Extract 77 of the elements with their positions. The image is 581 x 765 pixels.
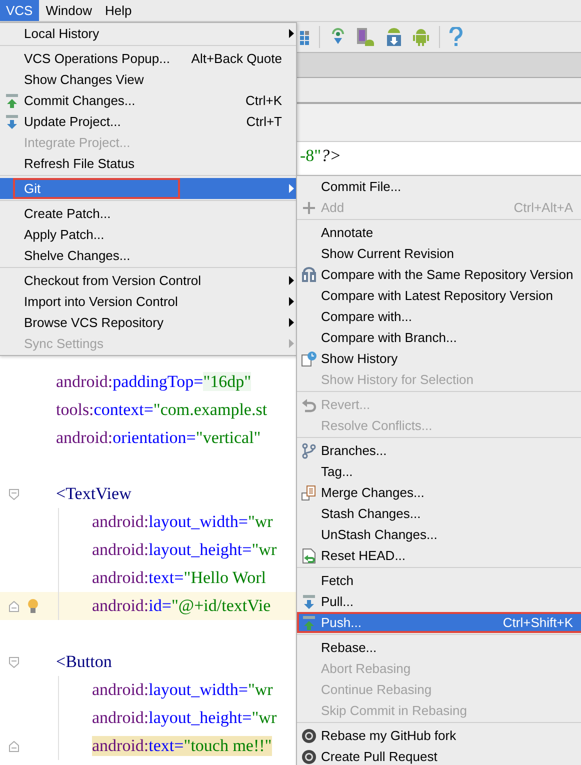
upload-arrow-icon xyxy=(301,614,317,630)
menu-item[interactable]: Annotate xyxy=(297,222,581,243)
menu-bar-item[interactable]: Help xyxy=(98,0,138,21)
help-icon[interactable] xyxy=(449,27,463,47)
code-line: android:id="@+id/textVie xyxy=(92,596,271,616)
menu-item[interactable]: Commit File... xyxy=(297,176,581,197)
menu-item[interactable]: Apply Patch... xyxy=(0,224,296,245)
round-logo-icon xyxy=(301,748,317,764)
menu-item[interactable]: UnStash Changes... xyxy=(297,524,581,545)
diff-icon xyxy=(301,266,317,282)
android-download-icon[interactable] xyxy=(385,27,403,47)
upload-arrow-icon xyxy=(5,92,19,108)
android-icon[interactable] xyxy=(412,27,430,47)
menu-item[interactable]: Checkout from Version Control xyxy=(0,270,296,291)
menu-item[interactable]: Fetch xyxy=(297,570,581,591)
menu-item[interactable]: Browse VCS Repository xyxy=(0,312,296,333)
menu-item[interactable]: Create Patch... xyxy=(0,203,296,224)
branch-icon xyxy=(301,442,317,458)
code-line: android:layout_width="wr xyxy=(92,680,273,700)
code-line: android:layout_height="wr xyxy=(92,708,277,728)
menu-item[interactable]: Create Pull Request xyxy=(297,746,581,765)
submenu-arrow-icon xyxy=(289,184,294,193)
menu-item[interactable]: Compare with... xyxy=(297,306,581,327)
code-line: android:orientation="vertical" xyxy=(56,428,261,448)
download-arrow-icon xyxy=(5,114,19,130)
code-line: android:layout_height="wr xyxy=(92,540,277,560)
menu-item[interactable]: Shelve Changes... xyxy=(0,245,296,266)
code-line: <TextView xyxy=(56,484,132,504)
fold-marker-icon[interactable] xyxy=(9,601,19,612)
fold-marker-icon[interactable] xyxy=(9,657,19,668)
menu-bar-item[interactable]: VCS xyxy=(0,0,39,21)
menu-item[interactable]: Show History xyxy=(297,348,581,369)
document-undo-icon xyxy=(301,548,317,564)
menu-item[interactable]: Commit Changes... Ctrl+K xyxy=(0,90,296,111)
menu-item[interactable]: Tag... xyxy=(297,461,581,482)
download-arrow-icon xyxy=(301,594,317,610)
code-token: ?> xyxy=(321,146,342,165)
code-line: tools:context="com.example.st xyxy=(56,400,268,420)
menu-item[interactable]: VCS Operations Popup... Alt+Back Quote xyxy=(0,48,296,69)
undo-icon xyxy=(301,396,317,412)
plus-icon xyxy=(301,200,317,216)
code-line: <Button xyxy=(56,652,112,672)
code-token: -8" xyxy=(300,146,322,165)
round-logo-icon xyxy=(301,728,317,744)
merge-icon xyxy=(301,484,317,500)
menu-item[interactable]: Refresh File Status xyxy=(0,153,296,174)
device-android-icon[interactable] xyxy=(356,27,376,47)
menu-item[interactable]: Merge Changes... xyxy=(297,482,581,503)
menu-item[interactable]: Show Changes View xyxy=(0,69,296,90)
code-line: android:layout_width="wr xyxy=(92,512,273,532)
menu-item[interactable]: Stash Changes... xyxy=(297,503,581,524)
menu-item[interactable]: Import into Version Control xyxy=(0,291,296,312)
submenu-arrow-icon xyxy=(289,29,294,38)
menu-item[interactable]: Rebase... xyxy=(297,637,581,658)
menu-item[interactable]: Compare with Branch... xyxy=(297,327,581,348)
submenu-arrow-icon xyxy=(289,339,294,348)
grid-icon[interactable] xyxy=(300,29,310,45)
lightbulb-icon[interactable] xyxy=(27,598,39,614)
menu-item[interactable]: Compare with Latest Repository Version xyxy=(297,285,581,306)
menu-bar-item[interactable]: Window xyxy=(40,0,98,21)
menu-item[interactable]: Pull... xyxy=(297,591,581,612)
menu-item[interactable]: Push... Ctrl+Shift+K xyxy=(297,612,581,633)
menu-item[interactable]: Show Current Revision xyxy=(297,243,581,264)
menu-item[interactable]: Compare with the Same Repository Version xyxy=(297,264,581,285)
submenu-arrow-icon xyxy=(289,276,294,285)
menu-item[interactable]: Rebase my GitHub fork xyxy=(297,725,581,746)
fold-marker-icon[interactable] xyxy=(9,741,19,752)
code-line: android:paddingTop="16dp" xyxy=(56,372,252,392)
menu-item[interactable]: Reset HEAD... xyxy=(297,545,581,566)
submenu-arrow-icon xyxy=(289,318,294,327)
clock-document-icon xyxy=(301,350,317,366)
code-line: android:text="Hello Worl xyxy=(92,568,266,588)
menu-item[interactable]: Update Project... Ctrl+T xyxy=(0,111,296,132)
fold-marker-icon[interactable] xyxy=(9,489,19,500)
submenu-arrow-icon xyxy=(289,297,294,306)
menu-item[interactable]: Branches... xyxy=(297,440,581,461)
menu-item[interactable]: Git xyxy=(0,178,296,199)
